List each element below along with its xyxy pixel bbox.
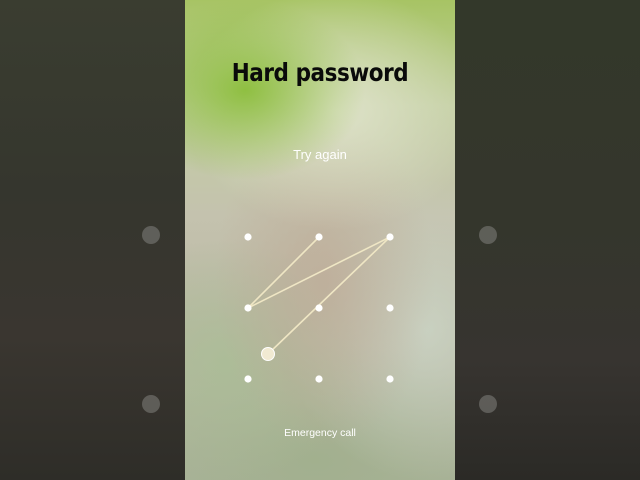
blurred-pattern-dot — [142, 226, 160, 244]
pattern-dot-9[interactable] — [386, 375, 394, 383]
lock-screen: Hard password Try again Emergency call — [185, 0, 455, 480]
pattern-dot-6[interactable] — [386, 304, 394, 312]
pattern-line — [247, 236, 391, 309]
emergency-call-button[interactable]: Emergency call — [185, 427, 455, 439]
pattern-lock-grid[interactable] — [185, 0, 455, 480]
pattern-dot-5[interactable] — [315, 304, 323, 312]
blurred-pattern-dot — [479, 395, 497, 413]
blurred-background-right — [455, 0, 640, 480]
pattern-dot-1[interactable] — [244, 233, 252, 241]
touch-point-indicator — [261, 347, 275, 361]
pattern-dot-3[interactable] — [386, 233, 394, 241]
pattern-line — [267, 236, 391, 355]
pattern-dot-8[interactable] — [315, 375, 323, 383]
screen: Hard password Try again Emergency call — [0, 0, 640, 480]
blurred-background-left — [0, 0, 185, 480]
blurred-pattern-dot — [479, 226, 497, 244]
pattern-line — [247, 236, 320, 309]
pattern-dot-4[interactable] — [244, 304, 252, 312]
pattern-path — [247, 236, 391, 355]
pattern-dot-2[interactable] — [315, 233, 323, 241]
blurred-pattern-dot — [142, 395, 160, 413]
pattern-dot-7[interactable] — [244, 375, 252, 383]
